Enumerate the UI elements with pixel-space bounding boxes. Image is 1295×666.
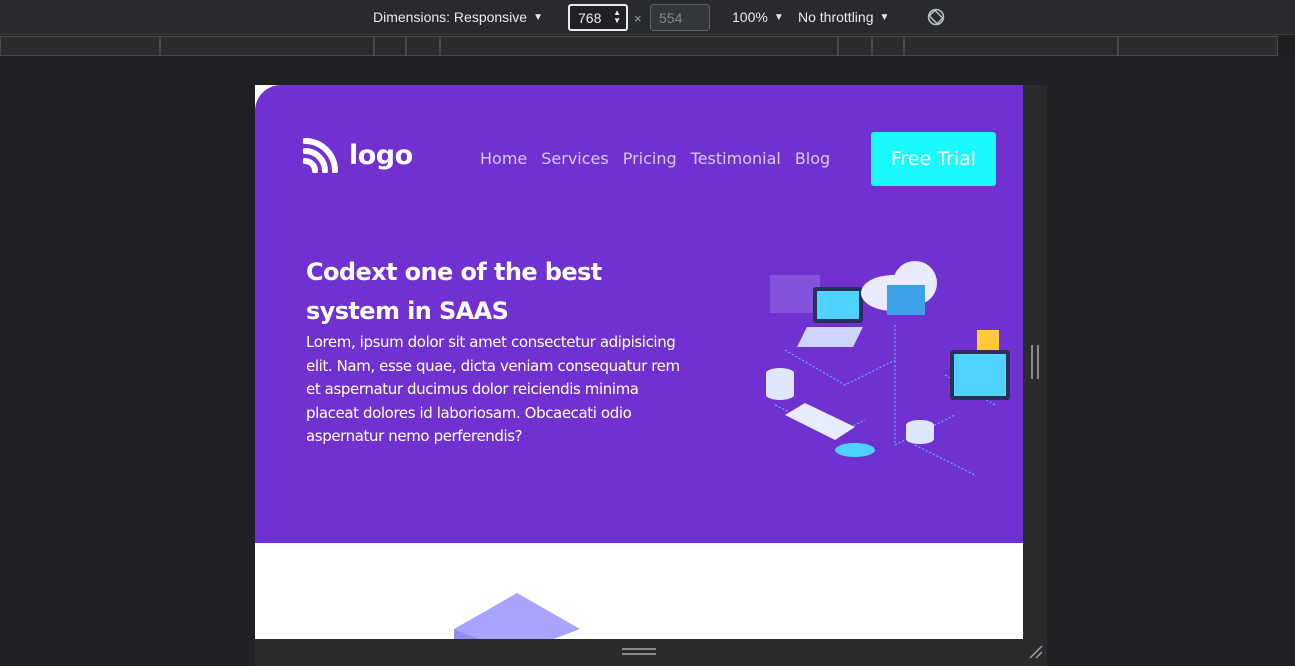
free-trial-button[interactable]: Free Trial (871, 132, 996, 186)
rotate-icon[interactable] (927, 8, 945, 26)
resize-corner-icon[interactable] (1026, 642, 1044, 660)
throttling-label: No throttling (798, 9, 874, 25)
media-query-segment[interactable] (904, 36, 1118, 56)
hero-description: Lorem, ipsum dolor sit amet consectetur … (306, 333, 680, 446)
logo-text: logo (349, 139, 413, 171)
media-query-segment[interactable] (872, 36, 904, 56)
hero-title: Codext one of the best system in SAAS (306, 258, 602, 325)
width-value: 768 (578, 9, 602, 26)
caret-down-icon: ▼ (533, 11, 543, 23)
width-input[interactable]: 768 ▲ ▼ (568, 4, 628, 31)
caret-down-icon: ▼ (773, 11, 784, 23)
dimensions-dropdown[interactable]: Dimensions: Responsive ▼ (373, 9, 543, 25)
height-placeholder: 554 (659, 9, 683, 26)
media-query-segment[interactable] (838, 36, 872, 56)
bottom-resize-handle[interactable] (622, 648, 656, 655)
zoom-label: 100% (732, 9, 768, 25)
main-nav: Home Services Pricing Testimonial Blog (480, 149, 830, 168)
nav-link-services[interactable]: Services (541, 149, 608, 168)
right-resize-handle[interactable] (1031, 345, 1039, 379)
nav-link-blog[interactable]: Blog (795, 149, 830, 168)
dimensions-label: Dimensions: Responsive (373, 9, 528, 25)
wifi-arcs-logo-icon (303, 138, 338, 173)
media-query-bar (0, 36, 1295, 56)
height-input[interactable]: 554 (650, 4, 710, 31)
nav-link-testimonial[interactable]: Testimonial (691, 149, 781, 168)
spin-arrows-icon[interactable]: ▲ ▼ (613, 9, 621, 25)
isometric-cube-image (454, 593, 580, 639)
throttling-dropdown[interactable]: No throttling ▼ (798, 9, 889, 25)
media-query-segment[interactable] (406, 36, 440, 56)
nav-link-pricing[interactable]: Pricing (623, 149, 677, 168)
media-query-segment[interactable] (160, 36, 374, 56)
media-query-segment[interactable] (374, 36, 406, 56)
zoom-dropdown[interactable]: 100% ▼ (732, 9, 784, 25)
emulated-viewport: logo Home Services Pricing Testimonial B… (255, 85, 1023, 639)
media-query-segment[interactable] (1118, 36, 1278, 56)
cloud-server-network-illustration (766, 261, 1010, 476)
hero-section: logo Home Services Pricing Testimonial B… (255, 85, 1023, 543)
media-query-segment[interactable] (440, 36, 838, 56)
caret-down-icon: ▼ (879, 11, 890, 23)
site-logo[interactable]: logo (303, 137, 413, 173)
nav-link-home[interactable]: Home (480, 149, 527, 168)
devtools-device-toolbar: Dimensions: Responsive ▼ 768 ▲ ▼ × 554 10… (0, 0, 1295, 35)
media-query-segment[interactable] (0, 36, 160, 56)
dimension-separator: × (634, 11, 642, 26)
